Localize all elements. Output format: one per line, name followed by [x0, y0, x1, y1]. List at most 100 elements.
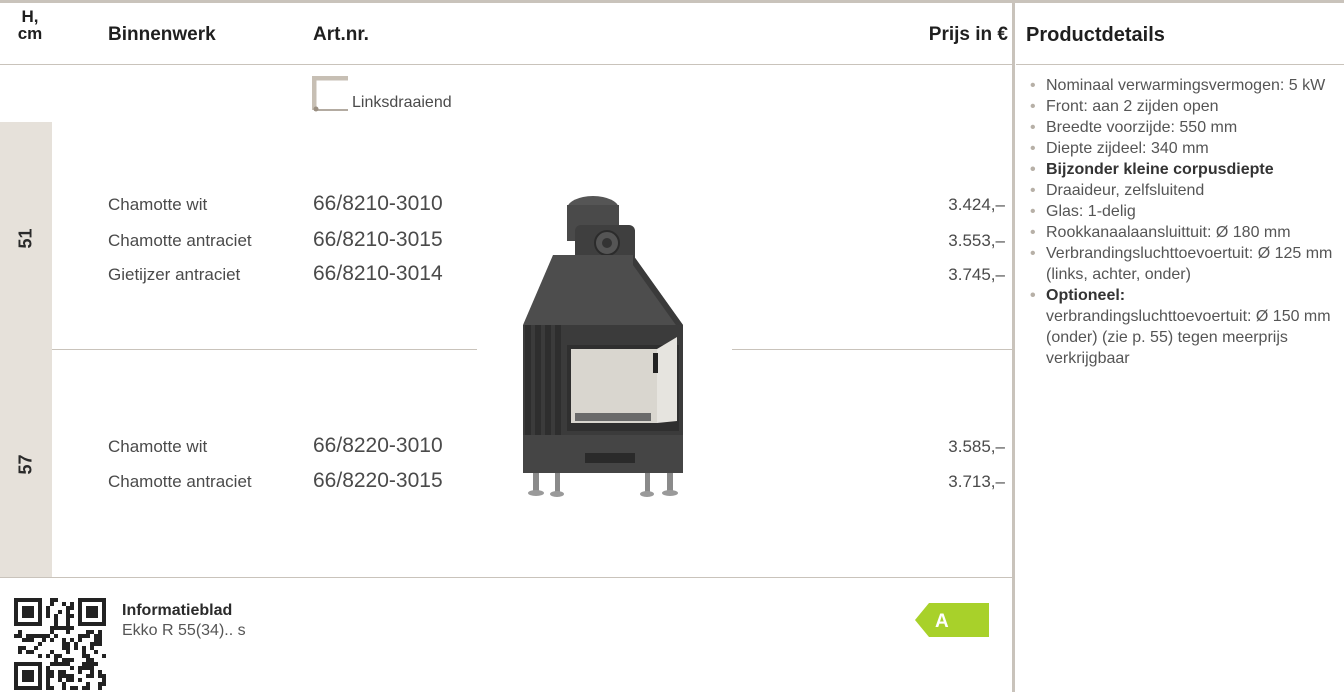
details-item-highlight: Bijzonder kleine corpusdiepte [1028, 159, 1340, 180]
qr-module [66, 606, 70, 610]
qr-module [78, 638, 82, 642]
qr-module [98, 630, 102, 634]
qr-module [46, 614, 50, 618]
qr-module [98, 670, 102, 674]
qr-module [102, 682, 106, 686]
row-separator [732, 349, 1012, 350]
qr-module [66, 658, 70, 662]
qr-module [26, 650, 30, 654]
qr-module [58, 610, 62, 614]
price-cell: 3.553,– [948, 231, 1005, 250]
qr-module [70, 674, 74, 678]
details-item: Draaideur, zelfsluitend [1028, 180, 1340, 201]
qr-finder [22, 606, 34, 618]
qr-module [86, 686, 90, 690]
qr-module [82, 686, 86, 690]
qr-module [54, 614, 58, 618]
qr-module [54, 598, 58, 602]
qr-module [78, 666, 82, 670]
row-separator [52, 349, 477, 350]
qr-module [38, 642, 42, 646]
qr-module [82, 634, 86, 638]
qr-module [62, 682, 66, 686]
qr-module [90, 646, 94, 650]
qr-module [46, 666, 50, 670]
details-item: Nominaal verwarmingsvermogen: 5 kW [1028, 75, 1340, 96]
qr-module [102, 678, 106, 682]
qr-module [54, 622, 58, 626]
qr-module [66, 618, 70, 622]
qr-finder [86, 606, 98, 618]
qr-module [70, 626, 74, 630]
qr-module [70, 606, 74, 610]
fireplace-image [523, 196, 683, 497]
details-item: Verbrandingsluchttoevoertuit: Ø 125 mm (… [1028, 243, 1340, 285]
qr-module [74, 646, 78, 650]
qr-module [98, 682, 102, 686]
qr-module [74, 686, 78, 690]
qr-module [58, 670, 62, 674]
qr-module [62, 658, 66, 662]
qr-module [94, 634, 98, 638]
qr-module [70, 658, 74, 662]
qr-module [58, 662, 62, 666]
qr-module [98, 638, 102, 642]
qr-module [66, 646, 70, 650]
qr-module [66, 622, 70, 626]
qr-module [70, 686, 74, 690]
height-label: 51 [15, 228, 36, 249]
qr-module [90, 674, 94, 678]
qr-module [62, 674, 66, 678]
qr-module [78, 678, 82, 682]
qr-module [82, 654, 86, 658]
qr-module [46, 686, 50, 690]
qr-module [18, 630, 22, 634]
header-productdetails: Productdetails [1026, 24, 1165, 46]
qr-module [62, 662, 66, 666]
details-item: Rookkanaalaansluittuit: Ø 180 mm [1028, 222, 1340, 243]
qr-module [70, 602, 74, 606]
qr-module [58, 626, 62, 630]
details-header-rule [1016, 64, 1344, 65]
qr-module [90, 662, 94, 666]
qr-module [46, 682, 50, 686]
details-item: Glas: 1-delig [1028, 201, 1340, 222]
details-item: Front: aan 2 zijden open [1028, 96, 1340, 117]
qr-module [66, 610, 70, 614]
qr-module [62, 686, 66, 690]
qr-module [46, 606, 50, 610]
qr-module [62, 670, 66, 674]
qr-module [62, 642, 66, 646]
qr-module [22, 638, 26, 642]
qr-module [38, 654, 42, 658]
details-optional-text: verbrandingsluchttoevoertuit: Ø 150 mm (… [1046, 308, 1331, 367]
qr-module [38, 634, 42, 638]
header-height: H, cm [17, 7, 43, 43]
qr-module [50, 602, 54, 606]
qr-finder [22, 670, 34, 682]
qr-module [58, 678, 62, 682]
qr-module [50, 662, 54, 666]
top-rule [0, 0, 1344, 3]
price-cell: 3.713,– [948, 472, 1005, 491]
table-bottom-rule [0, 577, 1012, 578]
qr-module [22, 646, 26, 650]
qr-module [30, 650, 34, 654]
details-item: Diepte zijdeel: 340 mm [1028, 138, 1340, 159]
qr-module [34, 646, 38, 650]
qr-module [98, 642, 102, 646]
qr-module [18, 634, 22, 638]
header-binnenwerk: Binnenwerk [108, 24, 216, 45]
qr-module [58, 674, 62, 678]
qr-module [90, 666, 94, 670]
binnenwerk-cell: Chamotte antraciet [108, 231, 252, 250]
qr-module [34, 634, 38, 638]
qr-module [98, 674, 102, 678]
price-cell: 3.585,– [948, 437, 1005, 456]
qr-module [66, 614, 70, 618]
binnenwerk-cell: Chamotte wit [108, 195, 208, 214]
binnenwerk-cell: Chamotte antraciet [108, 472, 252, 491]
qr-module [54, 626, 58, 630]
qr-code-icon[interactable] [14, 598, 106, 690]
qr-module [50, 650, 54, 654]
